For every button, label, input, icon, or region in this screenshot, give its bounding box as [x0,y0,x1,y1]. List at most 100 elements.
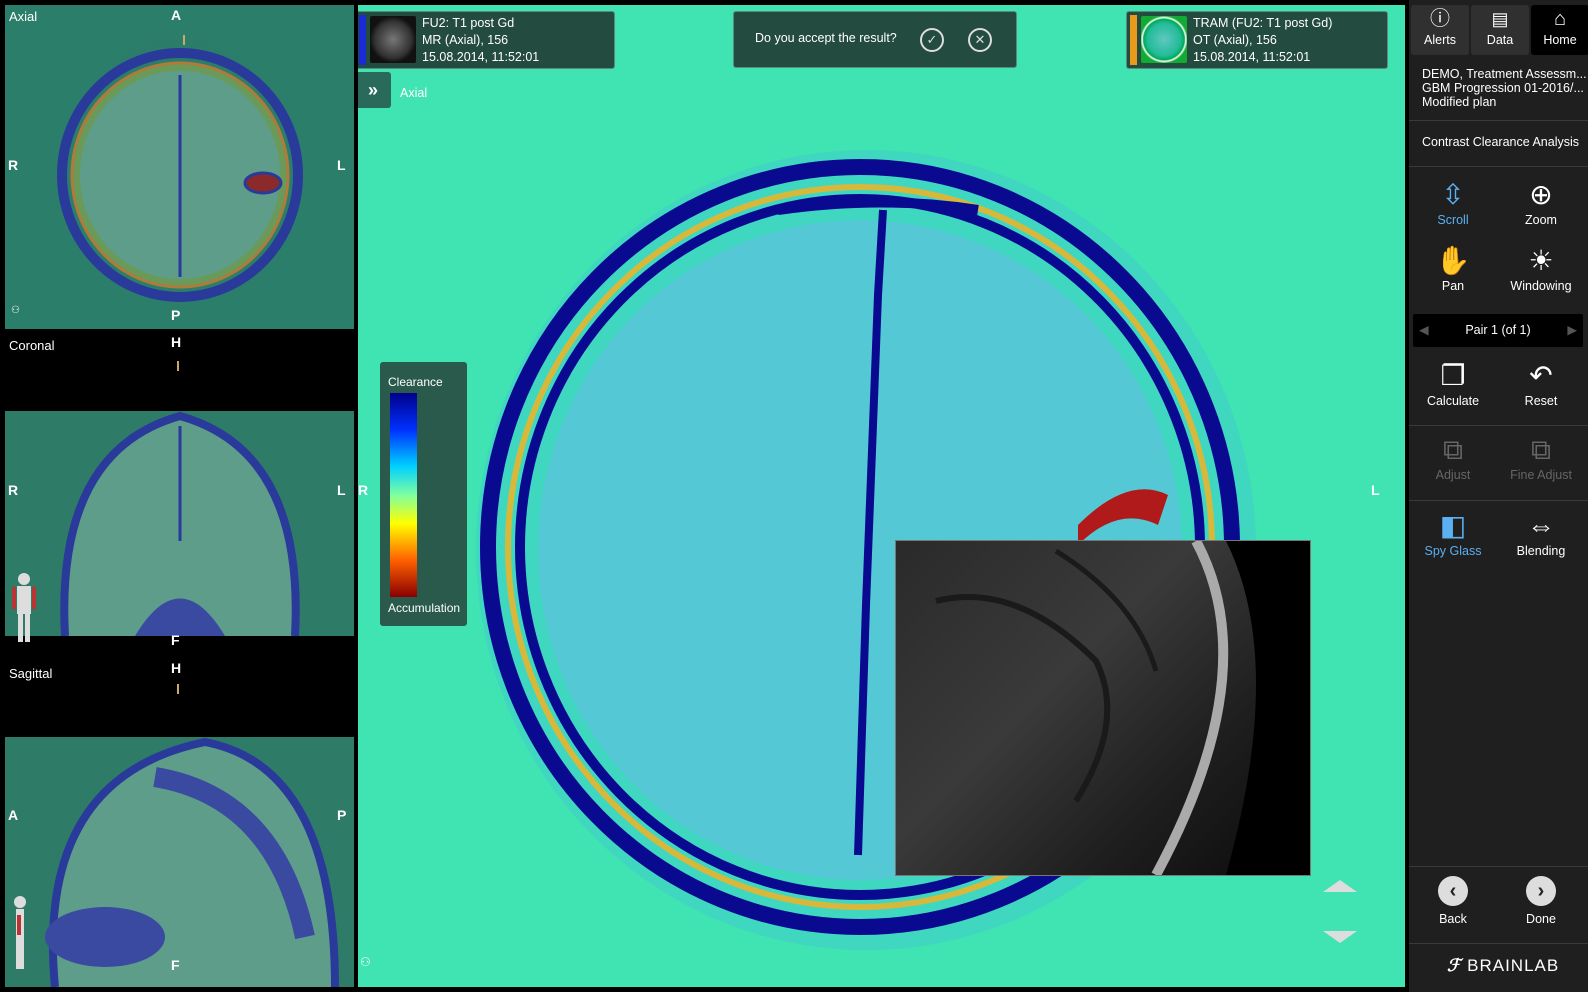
info-icon: ⓘ [1430,8,1450,30]
fine-adjust-button[interactable]: ⧉ Fine Adjust [1497,432,1585,492]
done-label: Done [1526,912,1556,926]
pair-prev-icon[interactable]: ◀ [1419,314,1429,347]
scroll-up-arrow[interactable] [1323,880,1357,892]
sagittal-orient-left: A [8,807,19,823]
series-right-color-bar [1130,15,1137,65]
coronal-image-area [5,411,354,642]
legend-bottom-label: Accumulation [388,601,461,615]
calculate-icon: ❐ [1440,360,1466,391]
pair-label: Pair 1 (of 1) [1465,323,1531,337]
windowing-label: Windowing [1510,279,1572,293]
main-view-label: Axial [400,86,428,100]
clearance-legend: Clearance Accumulation [380,362,467,626]
coronal-tick [177,361,179,371]
adjust-icon: ⧉ [1443,434,1463,465]
back-chevron-icon: ‹ [1438,876,1468,906]
scroll-down-arrow[interactable] [1323,931,1357,943]
scroll-label: Scroll [1437,213,1469,227]
coronal-title: Coronal [9,338,55,353]
expand-panel-button[interactable]: » [358,72,391,108]
alerts-label: Alerts [1424,33,1456,47]
brainlab-logo-icon: ℱ [1447,956,1462,975]
reset-label: Reset [1524,394,1558,408]
body-side-figure-icon [14,896,26,969]
home-label: Home [1543,33,1577,47]
data-label: Data [1486,33,1514,47]
pan-label: Pan [1441,279,1465,293]
divider [1409,943,1588,944]
done-chevron-icon: › [1526,876,1556,906]
spy-glass-label: Spy Glass [1424,544,1482,558]
hand-icon: ✋ [1435,245,1471,276]
brightness-icon: ☀ [1528,245,1554,276]
series-left-info[interactable]: FU2: T1 post Gd MR (Axial), 156 15.08.20… [358,11,615,69]
axial-tick [183,35,185,45]
alerts-button[interactable]: ⓘ Alerts [1411,5,1469,55]
windowing-tool-button[interactable]: ☀ Windowing [1497,243,1585,303]
body-figure-icon [12,573,36,642]
series-right-info[interactable]: TRAM (FU2: T1 post Gd) OT (Axial), 156 1… [1126,11,1388,69]
blending-arrows-icon: ⇔ [1527,510,1555,541]
brainlab-logo: ℱ BRAINLAB [1447,956,1559,976]
home-button[interactable]: ⌂ Home [1531,5,1588,55]
coronal-orient-top: H [171,334,182,350]
pair-next-icon[interactable]: ▶ [1567,314,1577,347]
pan-tool-button[interactable]: ✋ Pan [1409,243,1497,303]
spy-glass-overlay[interactable] [895,540,1311,876]
plan-info-line3: Modified plan [1422,95,1497,109]
series-left-thumbnail [370,16,416,63]
back-button[interactable]: ‹ Back [1409,876,1497,936]
divider [1409,866,1588,867]
undo-arrow-icon: ↶ [1529,360,1553,391]
sagittal-tick [177,684,179,694]
reject-close-button[interactable]: ✕ [968,28,992,52]
series-right-text: TRAM (FU2: T1 post Gd) OT (Axial), 156 1… [1193,15,1332,66]
fine-adjust-icon: ⧉ [1531,434,1551,465]
blending-button[interactable]: ⇔ Blending [1497,508,1585,568]
axial-brain-image [57,48,303,302]
pair-selector[interactable]: ◀ Pair 1 (of 1) ▶ [1413,314,1583,347]
data-icon: ▤ [1491,9,1509,29]
main-orient-right: L [1371,482,1380,498]
sagittal-image-area [5,737,354,987]
coronal-orient-right: L [337,482,346,498]
sagittal-orient-top: H [171,662,182,676]
coronal-orient-left: R [8,482,19,498]
adjust-label: Adjust [1435,468,1471,482]
axial-title: Axial [9,9,38,24]
coronal-orient-bottom: F [171,632,180,648]
zoom-icon: ⊕ [1529,179,1553,210]
spy-glass-button[interactable]: ◧ Spy Glass [1409,508,1497,568]
zoom-tool-button[interactable]: ⊕ Zoom [1497,177,1585,237]
divider [1409,500,1588,501]
calculate-label: Calculate [1426,394,1480,408]
axial-orient-right: L [337,157,346,173]
reset-button[interactable]: ↶ Reset [1497,358,1585,418]
divider [1409,166,1588,167]
calculate-button[interactable]: ❐ Calculate [1409,358,1497,418]
accept-check-button[interactable]: ✓ [920,28,944,52]
axial-viewport[interactable]: Axial A P R L ⚇ [5,5,354,329]
divider [1409,120,1588,121]
data-button[interactable]: ▤ Data [1471,5,1529,55]
series-left-line2: MR (Axial), 156 [422,33,509,47]
sagittal-title: Sagittal [9,666,53,681]
accept-prompt-text: Do you accept the result? [755,31,897,45]
sagittal-viewport[interactable]: Sagittal H A P F [5,662,354,987]
scroll-tool-button[interactable]: ⇳ Scroll [1409,177,1497,237]
main-viewport[interactable]: FU2: T1 post Gd MR (Axial), 156 15.08.20… [358,5,1405,987]
done-button[interactable]: › Done [1497,876,1585,936]
coronal-viewport[interactable]: Coronal H R L F [5,334,354,656]
adjust-button[interactable]: ⧉ Adjust [1409,432,1497,492]
axial-orient-top: A [171,7,182,23]
spy-glass-image [935,541,1310,875]
blending-label: Blending [1516,544,1566,558]
accept-result-bar: Do you accept the result? ✓ ✕ [733,11,1017,68]
coronal-brain-image [60,411,300,636]
sagittal-orient-bottom: F [171,957,180,973]
fine-adjust-label: Fine Adjust [1510,468,1572,482]
main-small-icon: ⚇ [360,955,371,969]
plan-info: DEMO, Treatment Assessm... GBM Progressi… [1409,67,1588,109]
series-left-line1: FU2: T1 post Gd [422,16,515,30]
series-left-line3: 15.08.2014, 11:52:01 [422,50,540,64]
